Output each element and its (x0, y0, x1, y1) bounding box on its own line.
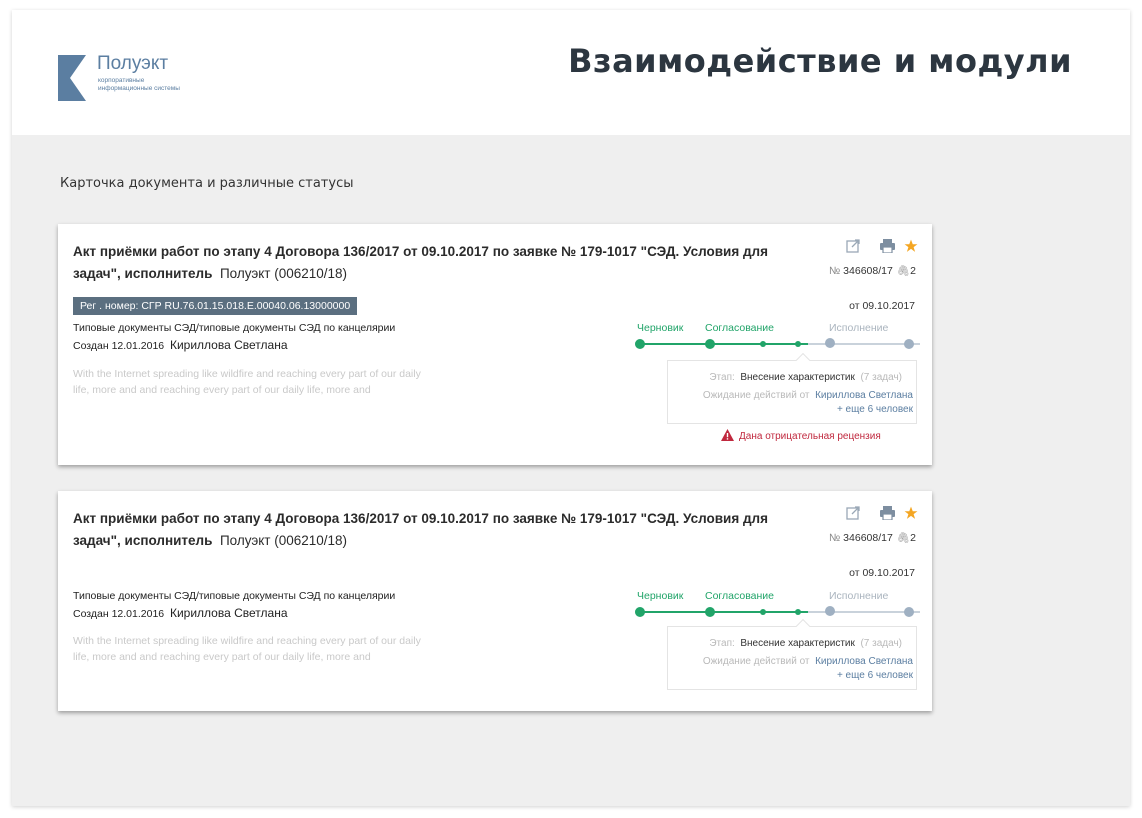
star-icon[interactable] (904, 239, 918, 253)
card-actions (828, 506, 918, 524)
attachment-count: 2 (910, 265, 916, 277)
header: Полуэкт корпоративные информационные сис… (12, 10, 1130, 135)
stage-label: Этап: (709, 372, 735, 383)
stage-value: Внесение характеристик (740, 372, 855, 383)
star-icon[interactable] (904, 506, 918, 520)
document-title-text: Акт приёмки работ по этапу 4 Договора 13… (73, 244, 768, 281)
waiting-more-link[interactable]: + еще 6 человек (837, 404, 913, 415)
step-dot[interactable] (825, 606, 835, 616)
document-description: With the Internet spreading like wildfir… (73, 635, 421, 663)
warning-icon (721, 429, 734, 441)
progress-track-done (640, 611, 808, 613)
print-icon[interactable] (880, 239, 895, 253)
document-card[interactable]: Акт приёмки работ по этапу 4 Договора 13… (58, 491, 932, 711)
stage-popup: Этап: Внесение характеристик (7 задач) О… (667, 618, 917, 690)
step-approval-label: Согласование (705, 322, 774, 334)
attachment-count: 2 (910, 532, 916, 544)
warning-message: Дана отрицательная рецензия (721, 429, 881, 442)
stage-value: Внесение характеристик (740, 638, 855, 649)
document-number: № 346608/17 🖇︎2 (829, 531, 916, 544)
number-value: 346608/17 (843, 265, 893, 277)
reg-number-badge: Рег . номер: СГР RU.76.01.15.018.Е.00040… (73, 297, 358, 315)
step-dot[interactable] (705, 339, 715, 349)
document-type: Типовые документы СЭД/типовые документы … (73, 322, 396, 334)
step-dot[interactable] (705, 607, 715, 617)
card-actions (828, 239, 918, 257)
created-info: Создан 12.01.2016 Кириллова Светлана (73, 606, 288, 620)
substep-dot[interactable] (795, 341, 801, 347)
waiting-more-row: + еще 6 человек (837, 670, 913, 681)
created-by: Кириллова Светлана (169, 606, 288, 620)
number-prefix: № (828, 532, 841, 544)
waiting-person-link[interactable]: Кириллова Светлана (815, 656, 913, 667)
document-executor: Полуэкт (006210/18) (219, 266, 348, 281)
created-info: Создан 12.01.2016 Кириллова Светлана (73, 338, 288, 352)
document-date: от 09.10.2017 (849, 300, 915, 312)
step-dot[interactable] (904, 339, 914, 349)
created-by: Кириллова Светлана (169, 338, 288, 352)
number-prefix: № (828, 265, 841, 277)
logo-name: Полуэкт (97, 53, 169, 74)
document-date: от 09.10.2017 (849, 567, 915, 579)
substep-dot[interactable] (795, 609, 801, 615)
logo-subtitle: корпоративные информационные системы (98, 77, 180, 92)
stage-label: Этап: (709, 638, 735, 649)
document-executor: Полуэкт (006210/18) (219, 533, 348, 548)
waiting-row: Ожидание действий от Кириллова Светлана (703, 656, 913, 667)
document-title-text: Акт приёмки работ по этапу 4 Договора 13… (73, 511, 768, 548)
document-card[interactable]: Акт приёмки работ по этапу 4 Договора 13… (58, 224, 932, 465)
external-link-icon[interactable] (846, 506, 860, 520)
step-dot[interactable] (635, 607, 645, 617)
waiting-person-link[interactable]: Кириллова Светлана (815, 390, 913, 401)
external-link-icon[interactable] (846, 239, 860, 253)
step-execution-label: Исполнение (829, 322, 889, 334)
waiting-more-link[interactable]: + еще 6 человек (837, 670, 913, 681)
number-value: 346608/17 (843, 532, 893, 544)
substep-dot[interactable] (760, 609, 766, 615)
app-frame: Полуэкт корпоративные информационные сис… (12, 10, 1130, 806)
workflow-progress: Черновик Согласование Исполнение (628, 322, 928, 362)
section-title: Карточка документа и различные статусы (60, 176, 354, 191)
print-icon[interactable] (880, 506, 895, 520)
stage-row: Этап: Внесение характеристик (7 задач) (709, 638, 902, 649)
progress-track-done (640, 343, 808, 345)
waiting-more-row: + еще 6 человек (837, 404, 913, 415)
warning-text: Дана отрицательная рецензия (739, 431, 881, 442)
step-dot[interactable] (635, 339, 645, 349)
step-draft-label: Черновик (637, 590, 684, 602)
document-title[interactable]: Акт приёмки работ по этапу 4 Договора 13… (73, 241, 803, 285)
logo-icon (58, 55, 86, 101)
step-execution-label: Исполнение (829, 590, 889, 602)
workflow-progress: Черновик Согласование Исполнение (628, 590, 928, 630)
substep-dot[interactable] (760, 341, 766, 347)
step-dot[interactable] (904, 607, 914, 617)
document-description: With the Internet spreading like wildfir… (73, 368, 421, 396)
step-draft-label: Черновик (637, 322, 684, 334)
step-approval-label: Согласование (705, 590, 774, 602)
created-date: Создан 12.01.2016 (73, 608, 165, 620)
attachment-icon[interactable]: 🖇︎ (897, 265, 910, 277)
step-dot[interactable] (825, 338, 835, 348)
attachment-icon[interactable]: 🖇︎ (897, 532, 910, 544)
document-title[interactable]: Акт приёмки работ по этапу 4 Договора 13… (73, 508, 803, 552)
stage-count: (7 задач) (860, 372, 902, 383)
page-title: Взаимодействие и модули (568, 42, 1072, 80)
document-number: № 346608/17 🖇︎2 (829, 264, 916, 277)
waiting-label: Ожидание действий от (702, 390, 810, 401)
stage-popup: Этап: Внесение характеристик (7 задач) О… (667, 352, 917, 424)
created-date: Создан 12.01.2016 (73, 340, 165, 352)
waiting-label: Ожидание действий от (702, 656, 810, 667)
stage-row: Этап: Внесение характеристик (7 задач) (709, 372, 902, 383)
waiting-row: Ожидание действий от Кириллова Светлана (703, 390, 913, 401)
document-type: Типовые документы СЭД/типовые документы … (73, 590, 396, 602)
stage-count: (7 задач) (860, 638, 902, 649)
